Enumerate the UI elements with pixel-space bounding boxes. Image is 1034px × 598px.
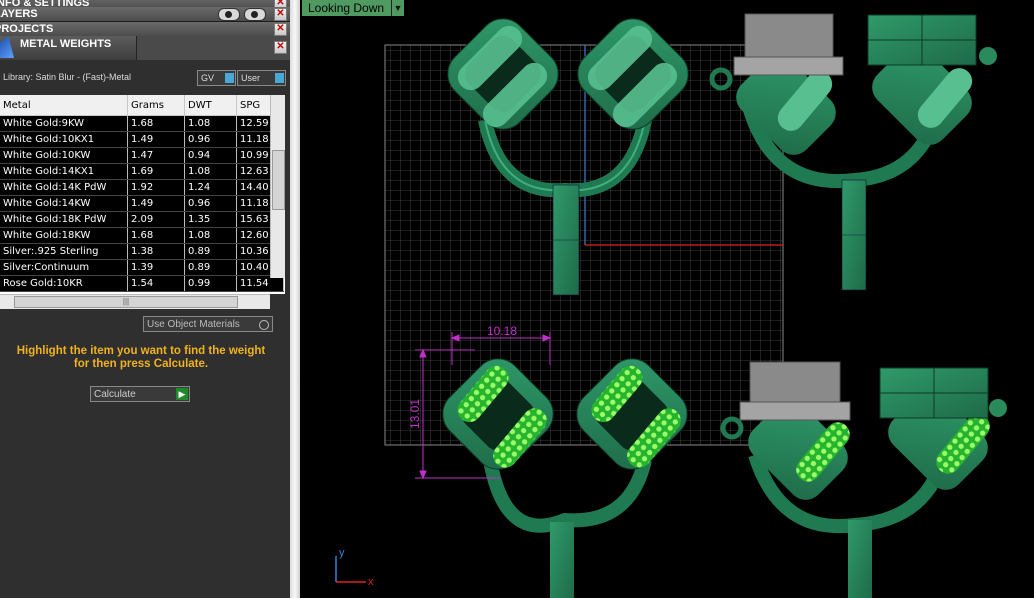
close-icon[interactable]: ✕ bbox=[274, 8, 287, 21]
dimension-height-label: 13.01 bbox=[408, 399, 422, 429]
metal-weights-title: METAL WEIGHTS bbox=[20, 38, 112, 50]
table-row[interactable]: White Gold:10KW 1.47 0.94 10.99 bbox=[0, 147, 284, 164]
cell-metal: White Gold:18K PdW bbox=[0, 211, 128, 228]
metal-weights-icon bbox=[0, 36, 14, 58]
table-row[interactable]: Silver:Continuum 1.39 0.89 10.40 bbox=[0, 259, 284, 276]
cell-grams: 1.49 bbox=[127, 131, 185, 148]
axis-gizmo: y x bbox=[335, 547, 374, 588]
table-row[interactable]: Rose Gold:10KR 1.54 0.99 11.54 bbox=[0, 275, 284, 292]
panel-splitter[interactable] bbox=[290, 0, 300, 598]
layers-header[interactable]: LAYERS ✕ bbox=[0, 7, 290, 22]
instruction-line-2: for then press Calculate. bbox=[73, 358, 209, 370]
user-label: User bbox=[241, 73, 261, 83]
calculate-button[interactable]: Calculate ▶ bbox=[90, 386, 190, 402]
cell-dwt: 1.08 bbox=[184, 163, 237, 180]
viewport-canvas: 10.18 13.01 y x bbox=[335, 13, 1007, 598]
gv-toggle[interactable]: GV bbox=[197, 70, 236, 86]
table-row[interactable]: White Gold:10KX1 1.49 0.96 11.18 bbox=[0, 131, 284, 148]
cell-dwt: 1.35 bbox=[184, 211, 237, 228]
cell-metal: White Gold:10KX1 bbox=[0, 131, 128, 148]
instruction-text: Highlight the item you want to find the … bbox=[0, 345, 282, 371]
use-object-materials-option[interactable]: Use Object Materials bbox=[143, 316, 273, 332]
cell-grams: 2.09 bbox=[127, 211, 185, 228]
table-horizontal-scrollbar[interactable]: ||| bbox=[0, 294, 270, 309]
cell-metal: Silver:.925 Sterling bbox=[0, 243, 128, 260]
cell-dwt: 1.08 bbox=[184, 115, 237, 132]
dimension-width-label: 10.18 bbox=[487, 324, 517, 338]
cell-grams: 1.54 bbox=[127, 275, 185, 292]
cell-metal: White Gold:9KW bbox=[0, 115, 128, 132]
cell-grams: 1.49 bbox=[127, 195, 185, 212]
projects-header[interactable]: PROJECTS ✕ bbox=[0, 22, 290, 37]
view-mode-label[interactable]: Looking Down bbox=[302, 0, 402, 16]
gv-label: GV bbox=[201, 73, 215, 83]
cell-metal: Rose Gold:10KR bbox=[0, 275, 128, 292]
eye-icon[interactable] bbox=[218, 8, 240, 21]
cell-metal: White Gold:18KW bbox=[0, 227, 128, 244]
user-toggle[interactable]: User bbox=[237, 70, 286, 86]
radio-icon[interactable] bbox=[259, 320, 269, 330]
table-row[interactable]: White Gold:14KW 1.49 0.96 11.18 bbox=[0, 195, 284, 212]
close-icon[interactable]: ✕ bbox=[274, 23, 287, 36]
table-row[interactable]: White Gold:14KX1 1.69 1.08 12.63 bbox=[0, 163, 284, 180]
cell-dwt: 1.08 bbox=[184, 227, 237, 244]
cell-dwt: 0.89 bbox=[184, 259, 237, 276]
cell-dwt: 0.89 bbox=[184, 243, 237, 260]
left-panel: INFO & SETTINGS ✕ LAYERS ✕ PROJECTS ✕ ME… bbox=[0, 0, 290, 598]
cell-dwt: 0.99 bbox=[184, 275, 237, 292]
viewport-3d[interactable]: 10.18 13.01 y x bbox=[300, 0, 1034, 598]
cell-dwt: 0.94 bbox=[184, 147, 237, 164]
table-row[interactable]: White Gold:18K PdW 2.09 1.35 15.63 bbox=[0, 211, 284, 228]
library-label: Library: Satin Blur - (Fast)-Metal bbox=[3, 72, 132, 82]
table-vertical-scrollbar[interactable] bbox=[270, 95, 285, 278]
metal-weights-tab[interactable]: METAL WEIGHTS bbox=[0, 36, 137, 60]
cell-grams: 1.92 bbox=[127, 179, 185, 196]
instruction-line-1: Highlight the item you want to find the … bbox=[16, 345, 266, 357]
cell-metal: White Gold:14K PdW bbox=[0, 179, 128, 196]
axis-y-label: y bbox=[339, 547, 345, 559]
cell-grams: 1.68 bbox=[127, 227, 185, 244]
column-header-grams[interactable]: Grams bbox=[127, 95, 185, 116]
cell-grams: 1.38 bbox=[127, 243, 185, 260]
table-row[interactable]: Silver:.925 Sterling 1.38 0.89 10.36 bbox=[0, 243, 284, 260]
metal-weights-header: METAL WEIGHTS ✕ bbox=[0, 36, 290, 60]
library-row: Library: Satin Blur - (Fast)-Metal GV Us… bbox=[0, 64, 290, 90]
calculate-label: Calculate bbox=[94, 389, 136, 400]
ring-model-bottom-right[interactable] bbox=[720, 361, 1007, 598]
cell-metal: White Gold:10KW bbox=[0, 147, 128, 164]
metal-table: Metal Grams DWT SPG White Gold:9KW 1.68 1.… bbox=[0, 95, 285, 294]
table-row[interactable]: White Gold:18KW 1.68 1.08 12.60 bbox=[0, 227, 284, 244]
use-object-materials-label: Use Object Materials bbox=[147, 319, 240, 330]
cell-grams: 1.69 bbox=[127, 163, 185, 180]
cell-metal: White Gold:14KW bbox=[0, 195, 128, 212]
eye-icon[interactable] bbox=[244, 8, 266, 21]
cell-grams: 1.68 bbox=[127, 115, 185, 132]
cell-metal: Silver:Continuum bbox=[0, 259, 128, 276]
table-row[interactable]: White Gold:9KW 1.68 1.08 12.59 bbox=[0, 115, 284, 132]
close-icon[interactable]: ✕ bbox=[274, 41, 287, 54]
table-row[interactable]: White Gold:14K PdW 1.92 1.24 14.40 bbox=[0, 179, 284, 196]
table-header-row: Metal Grams DWT SPG bbox=[0, 95, 284, 116]
cell-grams: 1.47 bbox=[127, 147, 185, 164]
chevron-down-icon[interactable]: ▼ bbox=[391, 0, 404, 16]
cell-dwt: 1.24 bbox=[184, 179, 237, 196]
cell-dwt: 0.96 bbox=[184, 131, 237, 148]
column-header-metal[interactable]: Metal bbox=[0, 95, 128, 116]
cell-metal: White Gold:14KX1 bbox=[0, 163, 128, 180]
axis-x-label: x bbox=[368, 576, 374, 588]
projects-label: PROJECTS bbox=[0, 23, 54, 35]
play-icon[interactable]: ▶ bbox=[176, 388, 188, 400]
cell-grams: 1.39 bbox=[127, 259, 185, 276]
column-header-dwt[interactable]: DWT bbox=[184, 95, 237, 116]
cell-dwt: 0.96 bbox=[184, 195, 237, 212]
layers-label: LAYERS bbox=[0, 8, 38, 20]
